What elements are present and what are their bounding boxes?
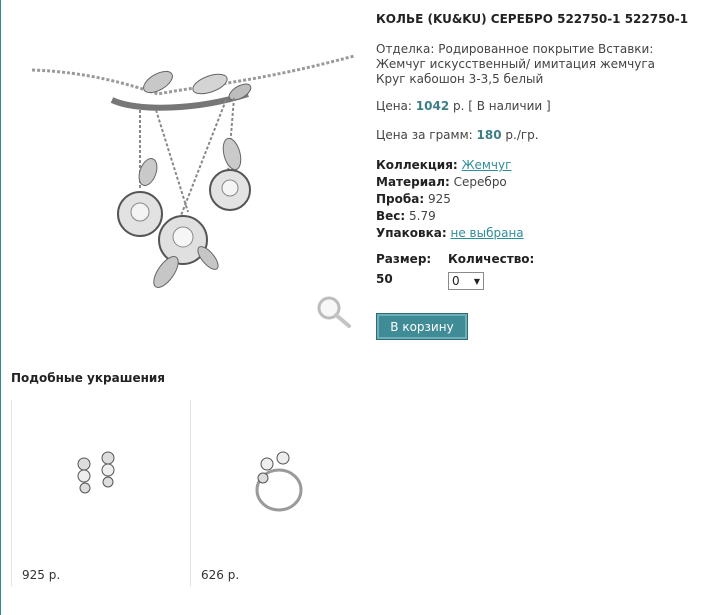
add-to-cart-button[interactable]: В корзину	[376, 313, 468, 340]
gram-price-suffix: р./гр.	[505, 128, 539, 142]
flower-right	[209, 137, 251, 211]
chevron-down-icon: ▼	[473, 276, 480, 286]
material-label: Материал:	[376, 175, 450, 189]
flower-center	[153, 215, 219, 288]
gram-price-label: Цена за грамм:	[376, 128, 473, 142]
weight-value: 5.79	[409, 209, 436, 223]
size-block: Размер: 50	[376, 252, 431, 286]
similar-item-price: 626 р.	[201, 568, 240, 582]
material-row: Материал: Серебро	[376, 174, 696, 191]
weight-label: Вес:	[376, 209, 406, 223]
collection-row: Коллекция: Жемчуг	[376, 157, 696, 174]
quantity-label: Количество:	[448, 252, 535, 266]
similar-heading: Подобные украшения	[11, 371, 166, 385]
similar-item-price: 925 р.	[22, 568, 61, 582]
gram-price-row: Цена за грамм: 180 р./гр.	[376, 128, 696, 142]
package-label: Упаковка:	[376, 226, 447, 240]
price-value: 1042	[415, 99, 450, 113]
product-finish: Отделка: Родированное покрытие Вставки: …	[376, 42, 655, 86]
earrings-image	[77, 451, 115, 494]
price-suffix: р. [ В наличии ]	[453, 99, 551, 113]
quantity-block: Количество: 0 ▼	[448, 252, 534, 290]
size-label: Размер:	[376, 252, 432, 266]
proba-value: 925	[427, 192, 451, 206]
similar-item-ring[interactable]: 626 р.	[190, 400, 369, 586]
flower-left	[117, 158, 163, 237]
material-value: Серебро	[453, 175, 507, 189]
collection-link[interactable]: Жемчуг	[462, 158, 512, 172]
gram-price-value: 180	[476, 128, 502, 142]
collection-label: Коллекция:	[376, 158, 458, 172]
page-left-border	[0, 0, 1, 615]
zoom-icon[interactable]	[314, 294, 354, 330]
ring-image	[255, 451, 303, 512]
weight-row: Вес: 5.79	[376, 208, 696, 225]
price-label: Цена:	[376, 99, 412, 113]
package-row: Упаковка: не выбрана	[376, 225, 696, 242]
product-title: КОЛЬЕ (KU&KU) СЕРЕБРО 522750-1 522750-1	[376, 12, 689, 26]
similar-item-earrings[interactable]: 925 р.	[11, 400, 191, 586]
proba-label: Проба:	[376, 192, 425, 206]
package-link[interactable]: не выбрана	[451, 226, 524, 240]
quantity-select[interactable]: 0 ▼	[448, 272, 484, 290]
necklace-image[interactable]	[28, 22, 358, 332]
size-value: 50	[376, 272, 393, 286]
product-details: КОЛЬЕ (KU&KU) СЕРЕБРО 522750-1 522750-1 …	[376, 10, 696, 242]
proba-row: Проба: 925	[376, 191, 696, 208]
product-properties: Коллекция: Жемчуг Материал: Серебро Проб…	[376, 157, 696, 242]
price-row: Цена: 1042 р. [ В наличии ]	[376, 99, 696, 113]
quantity-value: 0	[452, 274, 460, 288]
